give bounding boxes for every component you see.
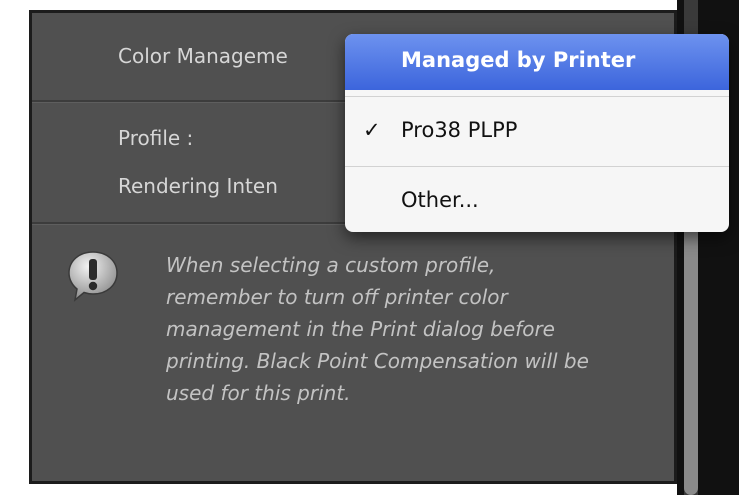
scrollbar-thumb[interactable]: [684, 205, 698, 495]
profile-label: Profile :: [118, 126, 194, 150]
exclamation-bubble-icon: [68, 251, 118, 302]
menu-separator: [345, 166, 729, 167]
menu-item-label: Managed by Printer: [401, 48, 636, 72]
menu-item-managed-by-printer[interactable]: Managed by Printer: [345, 34, 729, 90]
color-management-label: Color Manageme: [118, 44, 288, 68]
menu-item-pro38-plpp[interactable]: ✓ Pro38 PLPP: [345, 104, 729, 160]
menu-separator: [345, 96, 729, 97]
color-profile-dropdown-menu: Managed by Printer ✓ Pro38 PLPP Other...: [345, 34, 729, 232]
menu-item-label: Pro38 PLPP: [401, 118, 518, 142]
menu-item-label: Other...: [401, 188, 479, 212]
checkmark-icon: ✓: [363, 118, 381, 142]
menu-item-other[interactable]: Other...: [345, 174, 729, 230]
color-management-note: When selecting a custom profile, remembe…: [166, 253, 589, 405]
rendering-intent-label[interactable]: Rendering Inten: [118, 174, 278, 198]
